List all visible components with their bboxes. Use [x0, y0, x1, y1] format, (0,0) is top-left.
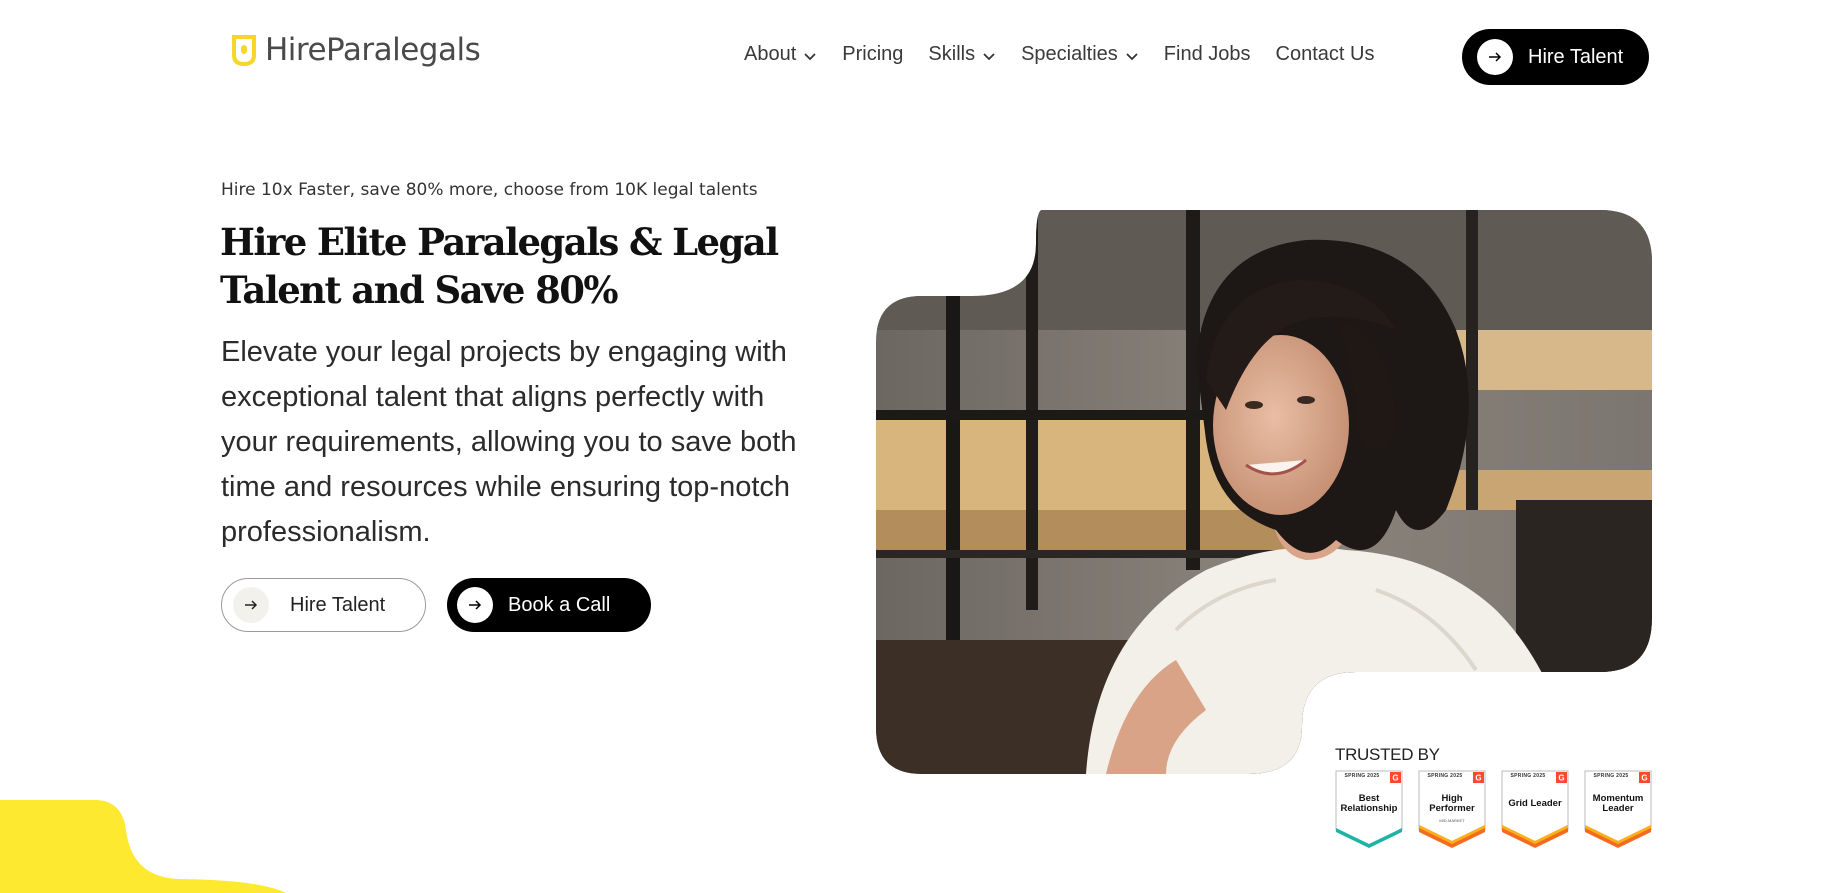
trusted-by-label: TRUSTED BY: [1335, 745, 1440, 764]
logo-shield-icon: [232, 35, 256, 67]
hero-headline: Hire Elite Paralegals & Legal Talent and…: [220, 220, 779, 312]
nav-item-skills[interactable]: Skills: [928, 43, 996, 66]
main-nav: About Pricing Skills Specialties Find Jo…: [744, 42, 1374, 66]
svg-text:G: G: [1641, 774, 1647, 783]
nav-label: Pricing: [842, 42, 904, 65]
nav-label: Skills: [928, 42, 976, 65]
nav-item-contact-us[interactable]: Contact Us: [1276, 43, 1375, 66]
g2-badge-best-relationship[interactable]: G SPRING 2025 Best Relationship: [1335, 770, 1403, 848]
decorative-yellow-blob: [0, 800, 286, 893]
arrow-right-icon: [457, 587, 493, 623]
g2-badge-grid-leader[interactable]: G SPRING 2025 Grid Leader: [1501, 770, 1569, 848]
nav-item-pricing[interactable]: Pricing: [842, 43, 903, 66]
badge-subtitle: MID-MARKET: [1439, 818, 1465, 823]
badge-title: High Performer: [1429, 793, 1475, 814]
arrow-right-icon: [1477, 39, 1513, 75]
logo-text: HireParalegals: [265, 32, 481, 68]
badge-season: SPRING 2025: [1344, 773, 1380, 779]
arrow-right-icon: [233, 587, 269, 623]
g2-badge-high-performer[interactable]: G SPRING 2025 High Performer MID-MARKET: [1418, 770, 1486, 848]
chevron-down-icon: [983, 52, 995, 60]
chevron-down-icon: [1126, 52, 1138, 60]
svg-text:G: G: [1558, 774, 1564, 783]
badge-season: SPRING 2025: [1510, 773, 1546, 779]
nav-label: Contact Us: [1275, 42, 1375, 65]
svg-text:G: G: [1475, 774, 1481, 783]
badge-title: Momentum Leader: [1592, 793, 1644, 814]
badge-title: Grid Leader: [1508, 798, 1562, 809]
hero-hire-talent-button[interactable]: Hire Talent: [221, 578, 426, 632]
nav-label: Find Jobs: [1163, 42, 1251, 65]
hero-photo: [876, 210, 1652, 774]
nav-item-specialties[interactable]: Specialties: [1021, 43, 1139, 66]
g2-badge-momentum-leader[interactable]: G SPRING 2025 Momentum Leader: [1584, 770, 1652, 848]
site-logo[interactable]: HireParalegals: [231, 32, 481, 68]
nav-item-about[interactable]: About: [744, 43, 817, 66]
svg-text:G: G: [1392, 774, 1398, 783]
button-label: Hire Talent: [290, 593, 386, 616]
nav-label: Specialties: [1021, 42, 1118, 65]
button-label: Book a Call: [508, 593, 611, 616]
nav-item-find-jobs[interactable]: Find Jobs: [1164, 43, 1251, 66]
header-hire-talent-button[interactable]: Hire Talent: [1462, 29, 1649, 85]
hero-eyebrow: Hire 10x Faster, save 80% more, choose f…: [221, 180, 758, 200]
book-a-call-button[interactable]: Book a Call: [447, 578, 651, 632]
nav-label: About: [744, 42, 797, 65]
button-label: Hire Talent: [1528, 45, 1624, 68]
badge-season: SPRING 2025: [1427, 773, 1463, 779]
g2-badge-shape: G: [1501, 770, 1569, 848]
badge-season: SPRING 2025: [1593, 773, 1629, 779]
badge-list: G SPRING 2025 Best Relationship G SPRING…: [1335, 770, 1652, 848]
hero-lead: Elevate your legal projects by engaging …: [221, 336, 797, 548]
badge-title: Best Relationship: [1340, 793, 1398, 814]
chevron-down-icon: [804, 52, 816, 60]
